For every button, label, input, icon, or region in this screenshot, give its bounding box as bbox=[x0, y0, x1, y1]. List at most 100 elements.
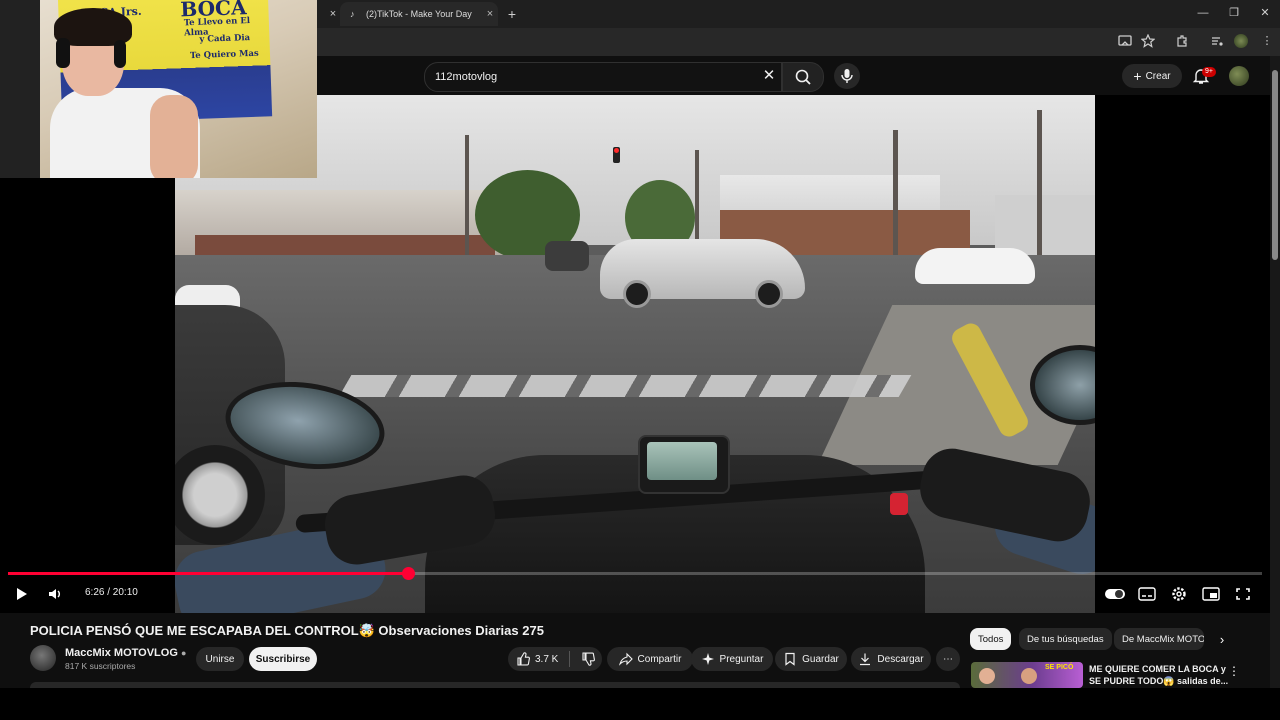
flag-text: y Cada Dia bbox=[199, 33, 251, 45]
settings-button[interactable] bbox=[1168, 584, 1190, 604]
flag-text: Te Quiero Mas bbox=[189, 48, 259, 62]
player-background-left bbox=[0, 178, 175, 613]
scrollbar-thumb[interactable] bbox=[1272, 70, 1278, 260]
bookmark-star-icon[interactable] bbox=[1141, 34, 1155, 48]
verified-icon: ● bbox=[180, 648, 187, 658]
video-progress-played bbox=[8, 572, 408, 575]
subscriber-count: 817 K suscriptores bbox=[65, 661, 136, 671]
window-close-button[interactable]: ✕ bbox=[1254, 3, 1276, 23]
search-input[interactable]: 112motovlog bbox=[424, 62, 782, 92]
tab-close-icon[interactable]: × bbox=[482, 8, 498, 20]
bookmark-icon bbox=[785, 652, 795, 666]
download-label: Descargar bbox=[877, 653, 924, 665]
like-button[interactable] bbox=[516, 652, 530, 666]
miniplayer-button[interactable] bbox=[1200, 584, 1222, 604]
tiktok-icon: ♪ bbox=[350, 9, 355, 19]
video-utility-pole bbox=[465, 135, 469, 265]
video-title: POLICIA PENSÓ QUE ME ESCAPABA DEL CONTRO… bbox=[30, 623, 544, 638]
autoplay-toggle-icon bbox=[1105, 589, 1125, 599]
channel-name[interactable]: MaccMix MOTOVLOG ● bbox=[65, 647, 186, 659]
browser-menu-icon[interactable]: ⋮ bbox=[1256, 31, 1278, 51]
search-button[interactable] bbox=[782, 62, 824, 92]
subtitles-icon bbox=[1138, 587, 1156, 601]
video-car-wheel bbox=[755, 280, 783, 308]
channel-name-text: MaccMix MOTOVLOG bbox=[65, 647, 178, 659]
like-divider bbox=[569, 651, 571, 667]
chip-all[interactable]: Todos bbox=[970, 628, 1012, 650]
webcam-person-arm bbox=[150, 95, 198, 178]
subtitles-button[interactable] bbox=[1136, 584, 1158, 604]
traffic-light bbox=[613, 147, 620, 163]
player-background-right bbox=[1095, 95, 1270, 613]
save-label: Guardar bbox=[802, 653, 839, 665]
webcam-headset bbox=[114, 40, 126, 68]
mute-button[interactable] bbox=[44, 584, 66, 604]
thumbs-down-icon bbox=[582, 652, 596, 666]
ask-button[interactable]: Preguntar bbox=[691, 647, 773, 671]
video-parked-car bbox=[915, 248, 1035, 284]
clear-search-icon[interactable]: ✕ bbox=[760, 67, 778, 85]
thumbnail-text: SE PICÓ bbox=[1045, 664, 1074, 671]
create-label: Crear bbox=[1145, 70, 1171, 82]
browser-tab[interactable]: ♪ (2)TikTok - Make Your Day × bbox=[340, 2, 498, 26]
chip-from-searches[interactable]: De tus búsquedas bbox=[1019, 628, 1112, 650]
voice-search-button[interactable] bbox=[834, 63, 860, 89]
window-restore-button[interactable]: ❐ bbox=[1223, 3, 1245, 23]
recommendation-menu-icon[interactable]: ⋮ bbox=[1228, 664, 1240, 678]
recommendation-thumbnail[interactable]: SE PICÓ bbox=[971, 662, 1083, 688]
tab-close-icon[interactable]: × bbox=[322, 4, 344, 24]
thumbs-up-icon bbox=[517, 652, 530, 666]
cast-icon[interactable] bbox=[1118, 34, 1132, 48]
like-dislike-group: 3.7 K bbox=[508, 647, 602, 671]
chip-from-channel[interactable]: De MaccMix MOTO bbox=[1114, 628, 1204, 650]
video-utility-pole bbox=[893, 130, 898, 270]
account-avatar[interactable] bbox=[1229, 66, 1249, 86]
media-control-icon[interactable] bbox=[1210, 34, 1224, 48]
more-horizontal-icon: ⋯ bbox=[943, 653, 953, 665]
download-button[interactable]: Descargar bbox=[851, 647, 931, 671]
profile-avatar-icon[interactable] bbox=[1234, 34, 1248, 48]
miniplayer-icon bbox=[1202, 587, 1220, 601]
video-progress-bar[interactable] bbox=[8, 567, 1262, 580]
search-icon bbox=[795, 69, 811, 85]
join-button[interactable]: Unirse bbox=[196, 647, 244, 671]
webcam-headset bbox=[56, 38, 70, 68]
save-button[interactable]: Guardar bbox=[775, 647, 847, 671]
plus-icon: + bbox=[1133, 68, 1142, 84]
video-dashboard-screen bbox=[647, 442, 717, 480]
video-crosswalk bbox=[338, 375, 912, 397]
notification-badge: 9+ bbox=[1202, 67, 1216, 77]
subscribe-button[interactable]: Suscribirse bbox=[249, 647, 317, 671]
share-label: Compartir bbox=[637, 653, 682, 665]
video-kill-switch bbox=[890, 493, 908, 515]
volume-icon bbox=[49, 589, 60, 599]
download-icon bbox=[860, 653, 871, 666]
recommendation-title[interactable]: ME QUIERE COMER LA BOCA y SE PUDRE TODO😱… bbox=[1089, 663, 1229, 687]
new-tab-button[interactable]: + bbox=[501, 4, 523, 24]
webcam-chair bbox=[0, 0, 40, 178]
tab-title: (2)TikTok - Make Your Day bbox=[366, 9, 472, 19]
create-button[interactable]: + Crear bbox=[1122, 64, 1182, 88]
share-button[interactable]: Compartir bbox=[607, 647, 693, 671]
fullscreen-button[interactable] bbox=[1232, 584, 1254, 604]
more-actions-button[interactable]: ⋯ bbox=[936, 647, 960, 671]
video-car-wheel bbox=[623, 280, 651, 308]
thumbnail-face bbox=[979, 668, 995, 684]
channel-avatar[interactable] bbox=[30, 645, 56, 671]
window-minimize-button[interactable]: — bbox=[1192, 3, 1214, 23]
chevron-right-icon[interactable]: › bbox=[1213, 632, 1231, 647]
autoplay-toggle[interactable] bbox=[1104, 584, 1126, 604]
play-button[interactable] bbox=[10, 584, 32, 604]
extensions-icon[interactable] bbox=[1175, 34, 1189, 48]
play-icon bbox=[17, 588, 27, 600]
webcam-overlay: BOCA Jrs. BOCA Te Llevo en El Alma y Cad… bbox=[0, 0, 317, 178]
gear-icon bbox=[1172, 587, 1186, 601]
video-utility-pole bbox=[695, 150, 699, 250]
microphone-icon bbox=[841, 69, 853, 83]
fullscreen-icon bbox=[1236, 588, 1250, 600]
video-scrubber-handle[interactable] bbox=[402, 567, 415, 580]
video-utility-pole bbox=[1037, 110, 1042, 260]
share-icon bbox=[618, 652, 633, 666]
screen-bottom-bar bbox=[0, 688, 1280, 720]
dislike-button[interactable] bbox=[581, 652, 596, 666]
